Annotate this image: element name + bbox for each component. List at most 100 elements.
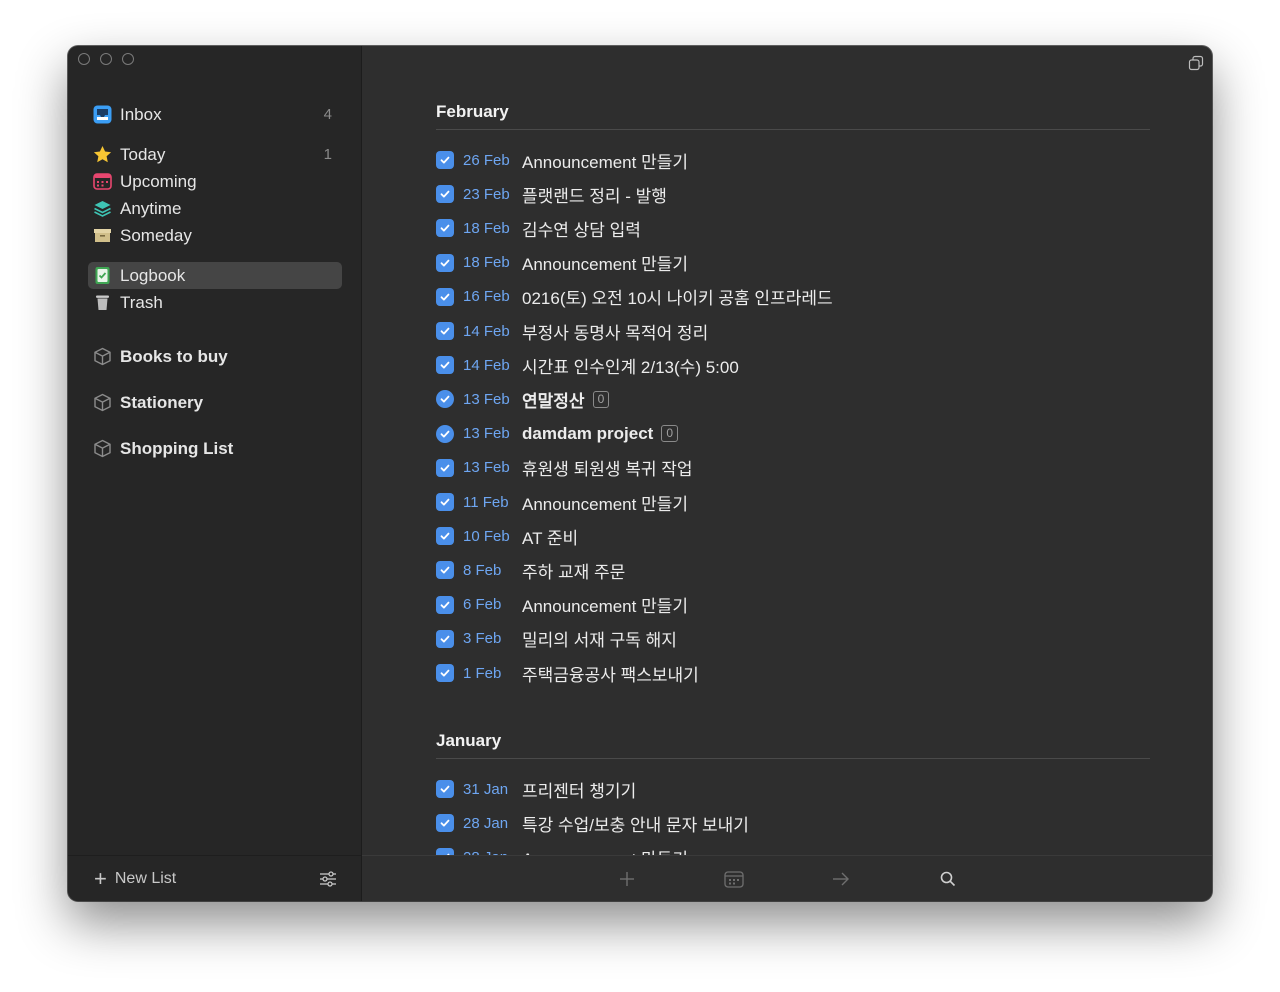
task-checkbox[interactable] — [436, 664, 454, 682]
task-date: 11 Feb — [463, 493, 509, 511]
sidebar-area-shopping-list[interactable]: Shopping List — [88, 435, 342, 462]
sidebar-item-label: Shopping List — [120, 438, 234, 458]
task-date: 14 Feb — [463, 322, 510, 340]
task-row[interactable]: 13 Feb 휴원생 퇴원생 복귀 작업 — [436, 456, 693, 480]
task-checkbox[interactable] — [436, 595, 454, 614]
task-row[interactable]: 31 Jan 프리젠터 챙기기 — [436, 777, 636, 801]
sidebar-item-label: Someday — [120, 225, 192, 245]
calendar-icon[interactable] — [724, 869, 744, 889]
task-row[interactable]: 14 Feb 시간표 인수인계 2/13(수) 5:00 — [436, 353, 739, 377]
logbook-icon — [93, 266, 112, 285]
task-checkbox[interactable] — [436, 253, 454, 272]
plus-icon[interactable] — [617, 869, 637, 889]
task-title: 휴원생 퇴원생 복귀 작업 — [522, 460, 693, 480]
task-row[interactable]: 8 Feb 주하 교재 주문 — [436, 558, 625, 582]
sidebar-footer: + New List — [68, 855, 361, 901]
duplicate-window-icon[interactable] — [1188, 55, 1204, 76]
close-window-button[interactable] — [78, 53, 90, 65]
task-checkbox[interactable] — [436, 814, 454, 833]
area-cube-icon — [93, 393, 112, 412]
task-date: 23 Feb — [463, 185, 510, 203]
task-date: 3 Feb — [463, 630, 502, 648]
sidebar-item-today[interactable]: Today 1 — [88, 141, 342, 168]
task-checkbox[interactable] — [436, 458, 454, 477]
sidebar-item-upcoming[interactable]: Upcoming — [88, 168, 342, 195]
section-title-january: January — [436, 731, 1150, 759]
task-title: AT 준비 — [522, 528, 579, 548]
sliders-icon[interactable] — [319, 870, 337, 888]
project-complete-checkbox[interactable] — [436, 390, 454, 409]
task-title: 김수연 상담 입력 — [522, 220, 641, 240]
task-title: 플랫랜드 정리 - 발행 — [522, 186, 667, 206]
sidebar-area-books-to-buy[interactable]: Books to buy — [88, 343, 342, 370]
sidebar-item-label: Inbox — [120, 104, 162, 124]
arrow-right-icon[interactable] — [831, 869, 851, 889]
task-title: Announcement 만들기 — [522, 494, 689, 514]
search-icon[interactable] — [938, 869, 958, 889]
task-row[interactable]: 10 Feb AT 준비 — [436, 524, 578, 548]
task-row[interactable]: 13 Feb 연말정산 0 — [436, 387, 610, 411]
task-row[interactable]: 28 Jan 특강 수업/보충 안내 문자 보내기 — [436, 811, 749, 835]
new-list-button[interactable]: + New List — [94, 865, 319, 891]
task-checkbox[interactable] — [436, 527, 454, 546]
task-checkbox[interactable] — [436, 780, 454, 798]
task-row[interactable]: 3 Feb 밀리의 서재 구독 해지 — [436, 627, 677, 651]
task-row[interactable]: 18 Feb 김수연 상담 입력 — [436, 216, 641, 240]
task-row[interactable]: 1 Feb 주택금융공사 팩스보내기 — [436, 661, 699, 685]
sidebar-item-inbox[interactable]: Inbox 4 — [88, 101, 342, 128]
task-row[interactable]: 18 Feb Announcement 만들기 — [436, 251, 688, 275]
area-cube-icon — [93, 347, 112, 366]
logbook-content: February 26 Feb Announcement 만들기 23 Feb 플랫랜드… — [362, 46, 1212, 856]
task-title: 연말정산 — [522, 391, 585, 411]
area-cube-icon — [93, 439, 112, 458]
task-title: 밀리의 서재 구독 해지 — [522, 631, 677, 651]
sidebar-item-anytime[interactable]: Anytime — [88, 195, 342, 222]
minimize-window-button[interactable] — [100, 53, 112, 65]
plus-icon: + — [94, 865, 107, 891]
sidebar-item-label: Books to buy — [120, 346, 228, 366]
task-date: 31 Jan — [463, 780, 509, 798]
task-date: 8 Feb — [463, 561, 502, 579]
task-checkbox[interactable] — [436, 356, 454, 375]
task-row[interactable]: 13 Feb damdam project 0 — [436, 422, 678, 446]
task-checkbox[interactable] — [436, 493, 454, 511]
task-date: 10 Feb — [463, 527, 510, 545]
task-date: 13 Feb — [463, 390, 510, 408]
task-checkbox[interactable] — [436, 185, 454, 204]
task-checkbox[interactable] — [436, 322, 454, 340]
task-checkbox[interactable] — [436, 287, 454, 306]
zoom-window-button[interactable] — [122, 53, 134, 65]
task-row[interactable]: 23 Feb 플랫랜드 정리 - 발행 — [436, 182, 667, 206]
task-row[interactable]: 16 Feb 0216(토) 오전 10시 나이키 공홈 인프라레드 — [436, 285, 833, 309]
task-checkbox[interactable] — [436, 561, 454, 580]
task-row[interactable]: 14 Feb 부정사 동명사 목적어 정리 — [436, 319, 708, 343]
task-checkbox[interactable] — [436, 219, 454, 238]
sidebar-item-someday[interactable]: Someday — [88, 222, 342, 249]
task-title: Announcement 만들기 — [522, 597, 689, 617]
task-row[interactable]: 11 Feb Announcement 만들기 — [436, 490, 688, 514]
sidebar-item-trash[interactable]: Trash — [88, 289, 342, 316]
task-count-badge: 0 — [661, 425, 678, 443]
task-row[interactable]: 6 Feb Announcement 만들기 — [436, 593, 688, 617]
inbox-icon — [93, 105, 112, 124]
task-title: 특강 수업/보충 안내 문자 보내기 — [522, 815, 749, 835]
task-date: 13 Feb — [463, 425, 510, 443]
task-title: 주택금융공사 팩스보내기 — [522, 665, 699, 685]
task-title: Announcement 만들기 — [522, 152, 689, 172]
bottom-toolbar — [362, 855, 1212, 901]
sidebar-item-label: Today — [120, 144, 166, 164]
task-title: 시간표 인수인계 2/13(수) 5:00 — [522, 357, 739, 377]
task-date: 14 Feb — [463, 356, 510, 374]
sidebar-item-logbook[interactable]: Logbook — [88, 262, 342, 289]
task-count-badge: 0 — [592, 390, 610, 408]
sidebar: Inbox 4 Today 1 Upcoming Anytime Someday… — [68, 46, 362, 901]
task-checkbox[interactable] — [436, 151, 454, 169]
task-checkbox[interactable] — [436, 629, 454, 648]
sidebar-item-label: Trash — [120, 292, 163, 312]
layers-icon — [93, 199, 112, 218]
task-date: 28 Jan — [463, 814, 509, 832]
task-row[interactable]: 26 Feb Announcement 만들기 — [436, 148, 688, 172]
task-date: 26 Feb — [463, 151, 510, 169]
project-complete-checkbox[interactable] — [436, 424, 454, 443]
sidebar-area-stationery[interactable]: Stationery — [88, 389, 342, 416]
